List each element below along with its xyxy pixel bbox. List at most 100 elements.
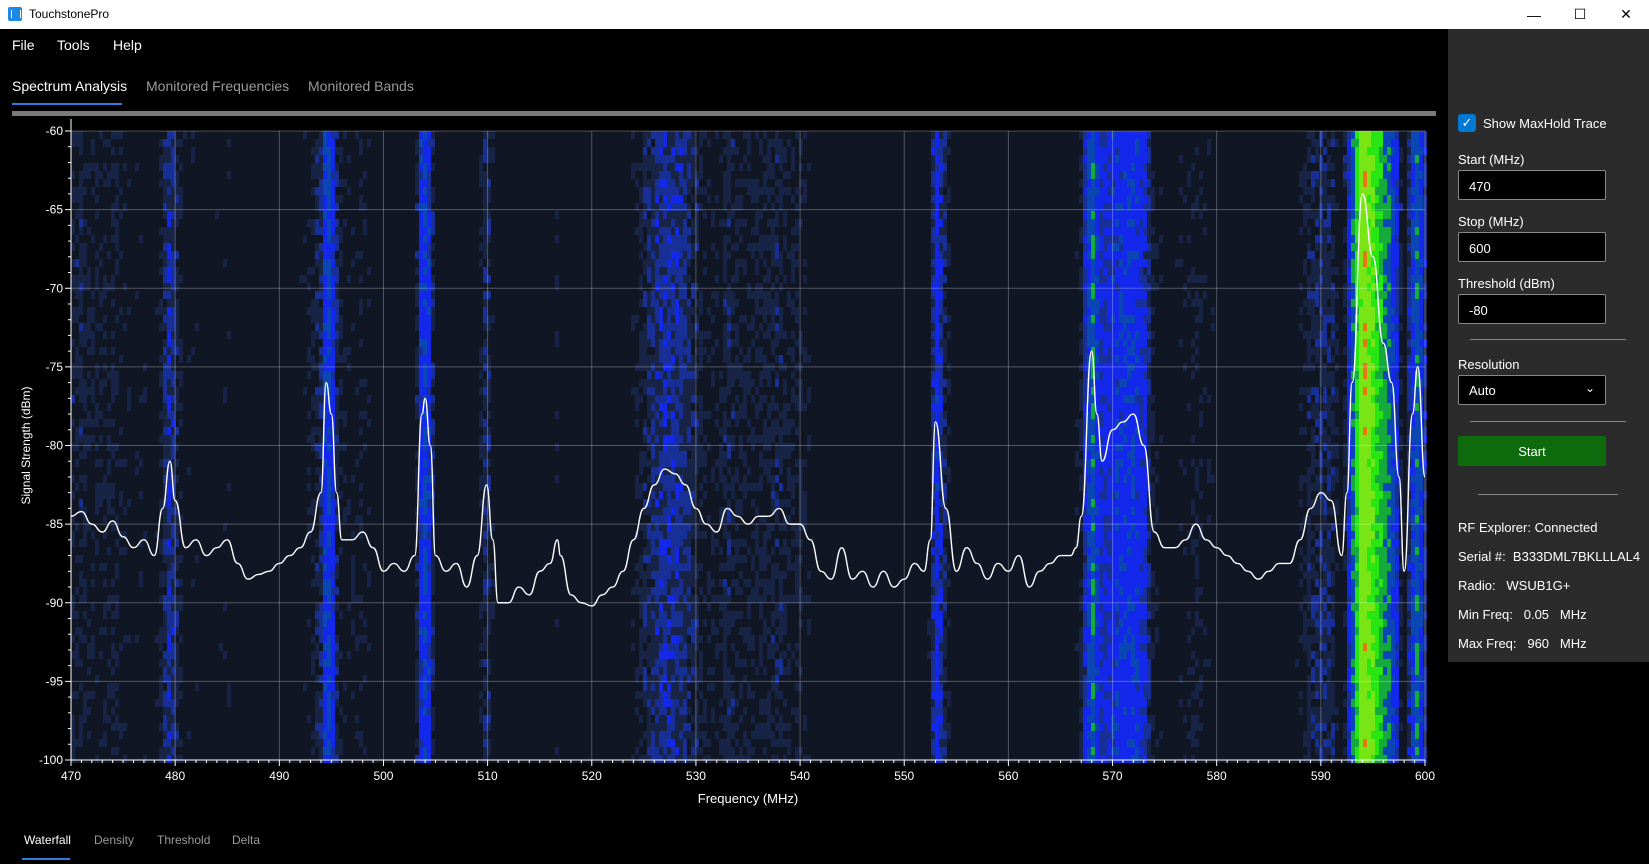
waterfall-cell (255, 723, 259, 731)
maximize-button[interactable]: ☐ (1557, 0, 1603, 29)
waterfall-cell (123, 643, 127, 651)
waterfall-cell (307, 139, 311, 147)
waterfall-cell (255, 435, 259, 443)
menu-help[interactable]: Help (113, 37, 142, 53)
waterfall-cell (255, 667, 259, 675)
waterfall-cell (83, 747, 87, 755)
waterfall-cell (131, 347, 135, 355)
waterfall-cell (119, 195, 123, 203)
waterfall-cell (311, 723, 315, 731)
waterfall-cell (179, 467, 183, 475)
waterfall-cell (263, 259, 267, 267)
waterfall-cell (111, 227, 115, 235)
tab-monitored-frequencies[interactable]: Monitored Frequencies (146, 78, 289, 94)
waterfall-cell (315, 267, 319, 275)
waterfall-cell (295, 515, 299, 523)
waterfall-cell (91, 395, 95, 403)
waterfall-cell (111, 131, 115, 139)
waterfall-cell (267, 435, 271, 443)
waterfall-cell (191, 179, 195, 187)
waterfall-cell (235, 731, 239, 739)
close-button[interactable]: ✕ (1603, 0, 1649, 29)
waterfall-cell (207, 227, 211, 235)
waterfall-cell (91, 603, 95, 611)
waterfall-cell (135, 747, 139, 755)
waterfall-cell (287, 195, 291, 203)
waterfall-cell (187, 331, 191, 339)
waterfall-cell (171, 371, 175, 379)
waterfall-cell (139, 435, 143, 443)
waterfall-cell (259, 443, 263, 451)
waterfall-cell (251, 259, 255, 267)
tab-spectrum-analysis[interactable]: Spectrum Analysis (12, 78, 127, 94)
waterfall-cell (95, 707, 99, 715)
waterfall-cell (171, 619, 175, 627)
waterfall-cell (219, 155, 223, 163)
waterfall-cell (199, 683, 203, 691)
waterfall-cell (227, 179, 231, 187)
waterfall-cell (187, 211, 191, 219)
waterfall-cell (239, 371, 243, 379)
waterfall-cell (87, 347, 91, 355)
waterfall-cell (127, 315, 131, 323)
waterfall-cell (255, 619, 259, 627)
waterfall-cell (231, 147, 235, 155)
waterfall-cell (91, 435, 95, 443)
waterfall-cell (219, 571, 223, 579)
waterfall-cell (303, 515, 307, 523)
waterfall-cell (243, 659, 247, 667)
menu-tools[interactable]: Tools (57, 37, 90, 53)
waterfall-cell (195, 379, 199, 387)
waterfall-cell (275, 715, 279, 723)
waterfall-cell (115, 419, 119, 427)
tab-monitored-bands[interactable]: Monitored Bands (308, 78, 414, 94)
waterfall-cell (319, 595, 323, 603)
waterfall-cell (75, 259, 79, 267)
minimize-button[interactable]: — (1511, 0, 1557, 29)
waterfall-cell (223, 411, 227, 419)
waterfall-cell (203, 491, 207, 499)
waterfall-cell (211, 739, 215, 747)
menu-file[interactable]: File (12, 37, 35, 53)
waterfall-cell (203, 635, 207, 643)
waterfall-cell (159, 131, 163, 139)
waterfall-cell (139, 163, 143, 171)
waterfall-cell (183, 347, 187, 355)
waterfall-cell (283, 275, 287, 283)
waterfall-cell (107, 379, 111, 387)
waterfall-cell (243, 755, 247, 763)
waterfall-cell (207, 539, 211, 547)
waterfall-cell (275, 347, 279, 355)
waterfall-cell (139, 691, 143, 699)
waterfall-cell (311, 331, 315, 339)
waterfall-cell (227, 499, 231, 507)
waterfall-cell (155, 227, 159, 235)
waterfall-cell (219, 251, 223, 259)
waterfall-cell (179, 315, 183, 323)
waterfall-cell (203, 627, 207, 635)
waterfall-cell (143, 331, 147, 339)
waterfall-cell (131, 499, 135, 507)
waterfall-cell (135, 379, 139, 387)
waterfall-cell (115, 555, 119, 563)
waterfall-cell (235, 307, 239, 315)
waterfall-cell (159, 699, 163, 707)
waterfall-cell (199, 227, 203, 235)
waterfall-cell (287, 331, 291, 339)
waterfall-cell (87, 667, 91, 675)
waterfall-cell (191, 635, 195, 643)
waterfall-cell (103, 611, 107, 619)
waterfall-cell (143, 275, 147, 283)
waterfall-cell (299, 227, 303, 235)
waterfall-cell (203, 227, 207, 235)
waterfall-cell (239, 315, 243, 323)
waterfall-cell (311, 499, 315, 507)
waterfall-cell (139, 387, 143, 395)
waterfall-cell (99, 539, 103, 547)
waterfall-cell (231, 411, 235, 419)
waterfall-cell (319, 499, 323, 507)
waterfall-cell (259, 259, 263, 267)
waterfall-cell (151, 211, 155, 219)
waterfall-cell (255, 547, 259, 555)
waterfall-cell (135, 339, 139, 347)
